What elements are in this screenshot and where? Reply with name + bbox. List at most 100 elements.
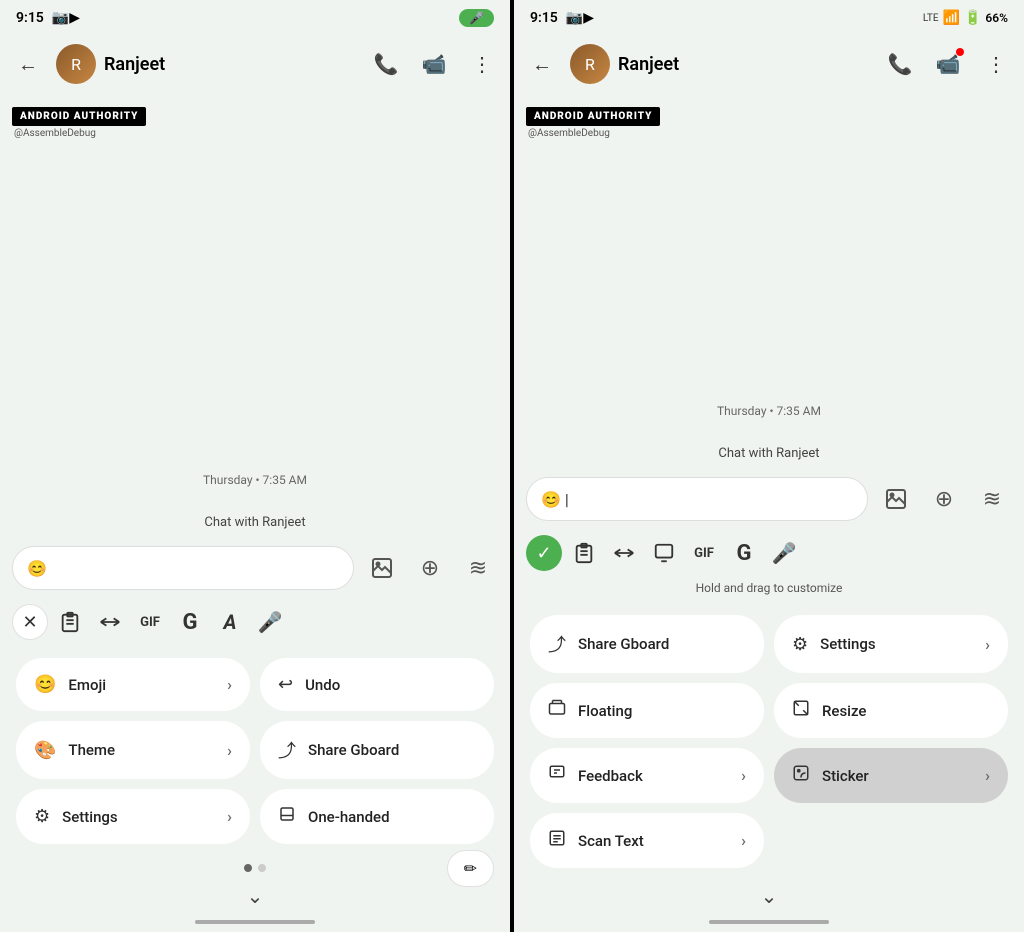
right-emoji-icon: 😊 [541,490,561,509]
right-add-button[interactable]: ⊕ [924,479,964,519]
right-chevron-down[interactable]: ⌄ [514,880,1024,912]
right-lte-icon: LTE [923,13,939,24]
right-handle: @AssembleDebug [528,128,1012,139]
left-menu-share[interactable]: ⤴ Share Gboard [260,721,494,779]
left-emoji-icon: 😊 [27,559,47,578]
left-menu-grid: 😊 Emoji › ↩ Undo 🎨 Theme › ⤴ Share Gboar… [0,646,510,856]
right-status-time: 9:15 [530,10,558,26]
left-undo-icon: ↩ [278,674,293,695]
right-back-button[interactable]: ← [522,44,562,84]
right-settings-arrow: › [985,635,990,654]
left-theme-arrow: › [227,741,232,760]
right-sticker-menu-icon [792,764,810,787]
left-settings-arrow: › [227,807,232,826]
left-menu-theme[interactable]: 🎨 Theme › [16,721,250,779]
right-screen-button[interactable] [646,535,682,571]
right-top-bar: ← R Ranjeet 📞 📹 ⋮ [514,36,1024,92]
right-clipboard-button[interactable] [566,535,602,571]
right-call-button[interactable]: 📞 [880,44,920,84]
right-video-button[interactable]: 📹 [928,44,968,84]
left-menu-onehanded[interactable]: One-handed [260,789,494,844]
right-menu-resize[interactable]: Resize [774,683,1008,738]
right-scantext-label: Scan Text [578,832,644,850]
right-menu-sticker[interactable]: Sticker › [774,748,1008,803]
right-mic-toolbar-button[interactable]: 🎤 [766,535,802,571]
right-more-button[interactable]: ⋮ [976,44,1016,84]
left-share-icon: ⤴ [278,737,296,763]
left-translate-button[interactable]: G [172,604,208,640]
left-handle: @AssembleDebug [14,128,498,139]
left-edit-fab[interactable]: ✏ [447,850,494,887]
right-status-camera-icon: 📷 [566,10,583,26]
right-gif-button[interactable]: GIF [686,535,722,571]
left-mic-toolbar-button[interactable]: 🎤 [252,604,288,640]
left-theme-label: Theme [68,741,115,759]
right-voice-button[interactable]: ≋ [972,479,1012,519]
left-close-button[interactable]: ✕ [12,604,48,640]
left-dots-row: ✏ [0,856,510,880]
right-scantext-icon [548,829,566,852]
left-font-button[interactable]: A [212,604,248,640]
right-floating-label: Floating [578,702,632,720]
right-floating-icon [548,699,566,722]
left-contact-name: Ranjeet [104,54,358,75]
left-menu-undo[interactable]: ↩ Undo [260,658,494,711]
left-avatar: R [56,44,96,84]
right-cursor: | [565,490,569,509]
right-feedback-arrow: › [741,766,746,785]
right-menu-feedback[interactable]: Feedback › [530,748,764,803]
left-call-button[interactable]: 📞 [366,44,406,84]
right-menu-settings[interactable]: ⚙ Settings › [774,615,1008,673]
left-status-bar: 9:15 📷 ▶ 🎤 [0,0,510,36]
right-home-indicator [514,912,1024,932]
left-edit-icon: ✏ [464,859,477,878]
right-translate-button[interactable]: G [726,535,762,571]
left-share-label: Share Gboard [308,741,399,759]
left-video-button[interactable]: 📹 [414,44,454,84]
left-chat-area: ANDROID AUTHORITY @AssembleDebug Thursda… [0,92,510,507]
left-back-button[interactable]: ← [8,44,48,84]
left-cursor-button[interactable] [92,604,128,640]
left-add-button[interactable]: ⊕ [410,548,450,588]
left-sticker-button[interactable] [362,548,402,588]
left-voice-button[interactable]: ≋ [458,548,498,588]
right-menu-share[interactable]: ⤴ Share Gboard [530,615,764,673]
right-share-label: Share Gboard [578,635,669,653]
right-scantext-arrow: › [741,831,746,850]
right-feedback-label: Feedback [578,767,643,785]
left-toolbar-row: ✕ GIF G A 🎤 [0,598,510,646]
left-chat-with: Chat with Ranjeet [0,507,510,538]
right-menu-floating[interactable]: Floating [530,683,764,738]
right-menu-scantext[interactable]: Scan Text › [530,813,764,868]
right-cursor-button[interactable] [606,535,642,571]
left-clipboard-button[interactable] [52,604,88,640]
left-menu-settings[interactable]: ⚙ Settings › [16,789,250,844]
right-chat-with: Chat with Ranjeet [514,438,1024,469]
right-share-icon: ⤴ [548,631,566,657]
right-avatar: R [570,44,610,84]
left-settings-label: Settings [62,808,118,826]
left-home-bar [195,920,315,924]
left-onehanded-icon [278,805,296,828]
right-input-field[interactable]: 😊 | [526,477,868,521]
right-signal-icon: 📶 [943,10,960,26]
left-emoji-label: Emoji [68,676,106,694]
left-home-indicator [0,912,510,932]
right-menu-grid: ⤴ Share Gboard ⚙ Settings › Floating Res… [514,603,1024,880]
left-status-play-icon: ▶ [69,10,80,26]
right-sticker-button[interactable] [876,479,916,519]
left-emoji-menu-icon: 😊 [34,674,56,695]
right-settings-icon: ⚙ [792,634,808,655]
left-gif-button[interactable]: GIF [132,604,168,640]
right-settings-label: Settings [820,635,876,653]
left-more-button[interactable]: ⋮ [462,44,502,84]
left-input-field[interactable]: 😊 [12,546,354,590]
left-menu-emoji[interactable]: 😊 Emoji › [16,658,250,711]
left-theme-icon: 🎨 [34,740,56,761]
right-check-button[interactable]: ✓ [526,535,562,571]
left-chevron-down[interactable]: ⌄ [0,880,510,912]
left-top-bar: ← R Ranjeet 📞 📹 ⋮ [0,36,510,92]
right-resize-label: Resize [822,702,866,720]
left-input-row: 😊 ⊕ ≋ [0,538,510,598]
right-battery-text: 66% [985,11,1008,25]
